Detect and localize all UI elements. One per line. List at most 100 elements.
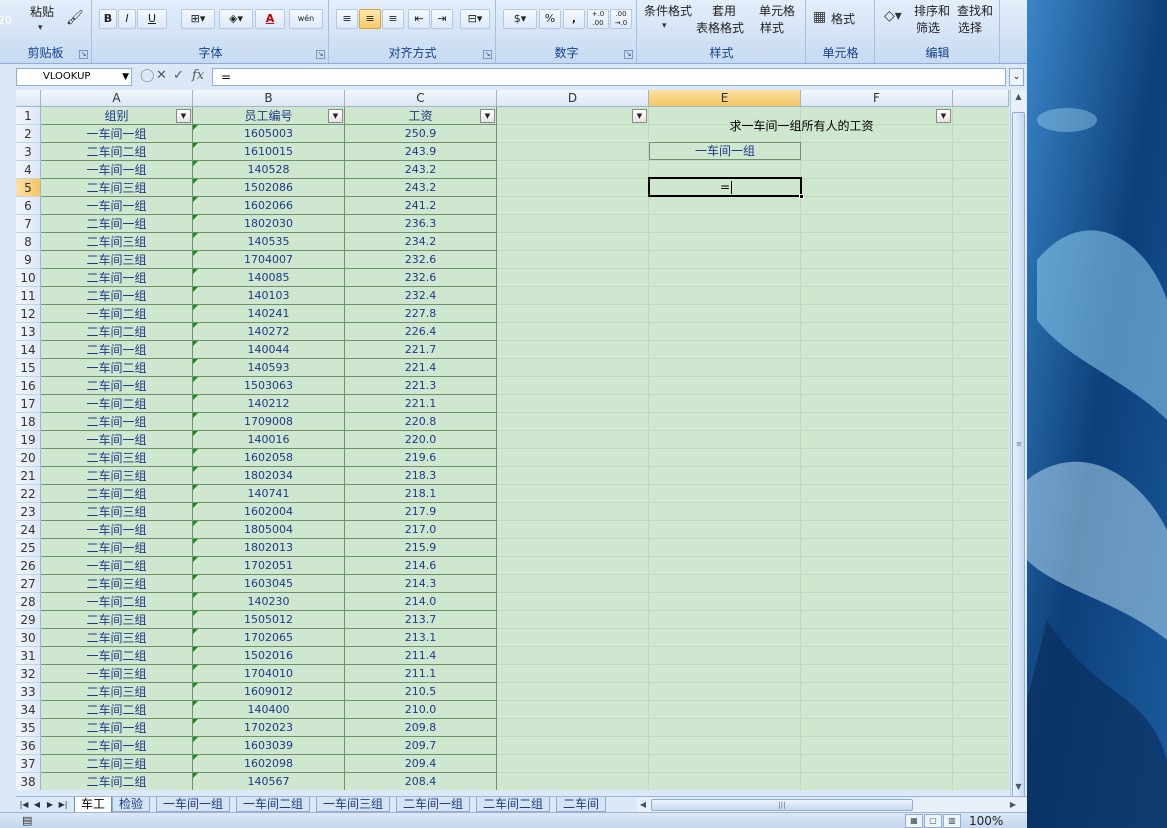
table-cell-b[interactable]: 1709008 (193, 413, 345, 431)
accounting-format-icon[interactable]: $▾ (503, 9, 537, 29)
table-cell-b[interactable]: 140103 (193, 287, 345, 305)
row-header[interactable]: 8 (16, 233, 41, 251)
row-header[interactable]: 29 (16, 611, 41, 629)
cell-style-button[interactable]: 样式 (760, 19, 784, 36)
underline-button[interactable]: U (137, 9, 167, 29)
divider-handle-icon[interactable]: ◯ (140, 68, 155, 83)
insert-function-button[interactable]: fx (192, 68, 204, 83)
macro-record-icon[interactable]: ▤ (22, 813, 32, 828)
table-cell-a[interactable]: 一车间一组 (41, 521, 193, 539)
table-cell-a[interactable]: 一车间二组 (41, 395, 193, 413)
row-header[interactable]: 10 (16, 269, 41, 287)
table-cell-c[interactable]: 221.4 (345, 359, 497, 377)
table-cell-b[interactable]: 140593 (193, 359, 345, 377)
header-cell-b[interactable]: 员工编号 (193, 107, 345, 125)
filter-dropdown-icon[interactable]: ▼ (176, 109, 191, 123)
row-header[interactable]: 32 (16, 665, 41, 683)
row-header[interactable]: 11 (16, 287, 41, 305)
cell-style-top-label[interactable]: 单元格 (759, 2, 795, 19)
column-header-c[interactable]: C (345, 90, 497, 107)
row-header[interactable]: 20 (16, 449, 41, 467)
table-cell-a[interactable]: 二车间一组 (41, 719, 193, 737)
format-button[interactable]: 格式 (831, 10, 855, 27)
table-cell-a[interactable]: 一车间一组 (41, 431, 193, 449)
row-header[interactable]: 26 (16, 557, 41, 575)
phonetic-button[interactable]: wén (289, 9, 323, 29)
table-cell-b[interactable]: 1503063 (193, 377, 345, 395)
table-cell-a[interactable]: 二车间三组 (41, 755, 193, 773)
clear-icon[interactable]: ◇▾ (884, 8, 902, 24)
table-cell-a[interactable]: 二车间二组 (41, 323, 193, 341)
header-cell-c[interactable]: 工资 (345, 107, 497, 125)
table-cell-c[interactable]: 236.3 (345, 215, 497, 233)
header-cell-a[interactable]: 组别 (41, 107, 193, 125)
paste-button[interactable]: 粘贴 (30, 3, 54, 20)
table-cell-c[interactable]: 226.4 (345, 323, 497, 341)
table-cell-a[interactable]: 一车间三组 (41, 665, 193, 683)
row-header[interactable]: 36 (16, 737, 41, 755)
table-cell-c[interactable]: 232.4 (345, 287, 497, 305)
table-cell-c[interactable]: 211.1 (345, 665, 497, 683)
row-header[interactable]: 4 (16, 161, 41, 179)
row-header[interactable]: 25 (16, 539, 41, 557)
increase-indent-icon[interactable]: ⇥ (431, 9, 453, 29)
table-cell-a[interactable]: 二车间一组 (41, 737, 193, 755)
row-header[interactable]: 6 (16, 197, 41, 215)
row-header[interactable]: 14 (16, 341, 41, 359)
table-cell-b[interactable]: 140528 (193, 161, 345, 179)
borders-icon[interactable]: ⊞▾ (181, 9, 215, 29)
table-cell-c[interactable]: 214.6 (345, 557, 497, 575)
table-cell-b[interactable]: 1603039 (193, 737, 345, 755)
table-cell-a[interactable]: 二车间三组 (41, 683, 193, 701)
table-cell-a[interactable]: 二车间二组 (41, 143, 193, 161)
table-cell-a[interactable]: 二车间一组 (41, 215, 193, 233)
select-all-corner[interactable] (16, 90, 41, 107)
sheet-tab[interactable]: 二车间 (556, 797, 607, 812)
table-cell-b[interactable]: 1602058 (193, 449, 345, 467)
table-cell-b[interactable]: 1704007 (193, 251, 345, 269)
table-cell-b[interactable]: 140741 (193, 485, 345, 503)
normal-view-icon[interactable]: ▦ (905, 814, 923, 828)
table-cell-c[interactable]: 215.9 (345, 539, 497, 557)
table-cell-b[interactable]: 1702065 (193, 629, 345, 647)
table-cell-b[interactable]: 140230 (193, 593, 345, 611)
table-cell-b[interactable]: 140212 (193, 395, 345, 413)
row-header[interactable]: 19 (16, 431, 41, 449)
next-sheet-icon[interactable]: ▶ (44, 798, 56, 811)
table-cell-c[interactable]: 227.8 (345, 305, 497, 323)
fill-handle[interactable] (799, 194, 804, 199)
sheet-tab[interactable]: 二车间二组 (476, 797, 551, 812)
table-cell-b[interactable]: 140044 (193, 341, 345, 359)
e5-active-cell[interactable]: = (648, 177, 804, 199)
filter-dropdown-icon[interactable]: ▼ (632, 109, 647, 123)
scroll-left-arrow-icon[interactable]: ◀ (637, 798, 649, 812)
table-cell-c[interactable]: 209.8 (345, 719, 497, 737)
name-box-dropdown-icon[interactable]: ▼ (122, 69, 129, 85)
table-cell-c[interactable]: 209.4 (345, 755, 497, 773)
increase-decimal-button[interactable]: +.0 .00 (587, 9, 609, 29)
table-cell-c[interactable]: 214.0 (345, 593, 497, 611)
table-cell-c[interactable]: 220.8 (345, 413, 497, 431)
table-cell-a[interactable]: 二车间三组 (41, 503, 193, 521)
table-cell-a[interactable]: 二车间一组 (41, 341, 193, 359)
table-cell-a[interactable]: 二车间三组 (41, 233, 193, 251)
last-sheet-icon[interactable]: ▶| (57, 798, 69, 811)
table-cell-a[interactable]: 一车间二组 (41, 557, 193, 575)
table-cell-a[interactable]: 二车间三组 (41, 449, 193, 467)
table-cell-b[interactable]: 140535 (193, 233, 345, 251)
table-cell-c[interactable]: 221.3 (345, 377, 497, 395)
vertical-scrollbar[interactable]: ▲ ≡ ▼ (1010, 90, 1026, 828)
row-header[interactable]: 23 (16, 503, 41, 521)
column-header-e[interactable]: E (649, 90, 801, 107)
table-format-top-label[interactable]: 套用 (712, 2, 736, 19)
table-cell-a[interactable]: 二车间三组 (41, 179, 193, 197)
table-cell-b[interactable]: 1805004 (193, 521, 345, 539)
e3-criteria-cell[interactable]: 一车间一组 (649, 142, 801, 160)
comma-button[interactable]: , (563, 9, 585, 29)
format-painter-icon[interactable]: 🖌 (66, 10, 84, 26)
row-header[interactable]: 28 (16, 593, 41, 611)
column-header-g[interactable] (953, 90, 1009, 107)
table-cell-c[interactable]: 250.9 (345, 125, 497, 143)
prev-sheet-icon[interactable]: ◀ (31, 798, 43, 811)
page-break-view-icon[interactable]: ▥ (943, 814, 961, 828)
